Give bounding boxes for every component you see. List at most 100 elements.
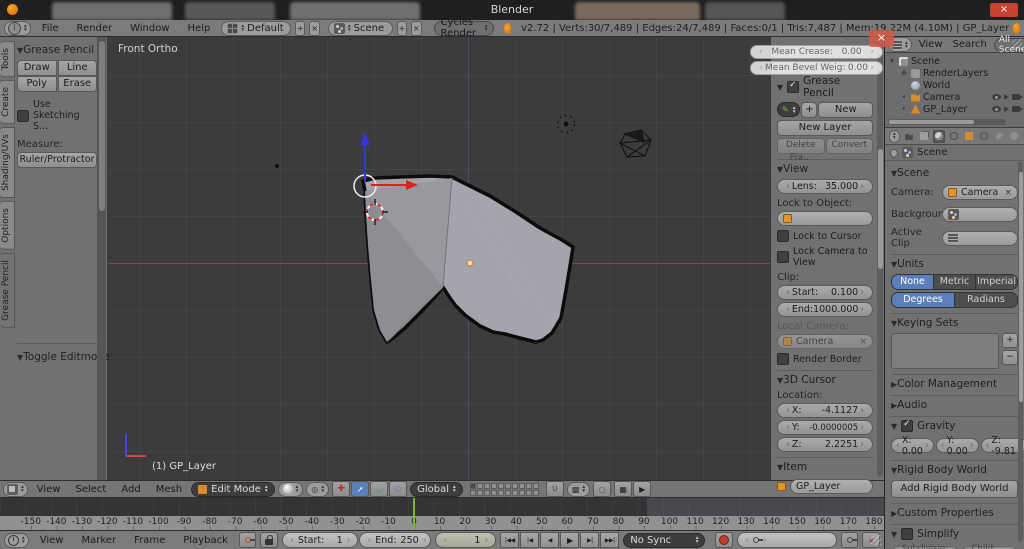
screen-layout-selector[interactable]: ▴ ▾ Default [221,21,291,36]
menu-file[interactable]: File [35,23,66,34]
grease-pencil-enable-checkbox[interactable] [787,81,799,93]
add-keying-set-button[interactable]: + [1002,333,1018,348]
clip-end-field[interactable]: End: 1000.000 [777,302,873,317]
timeline-marker-menu[interactable]: Marker [75,535,124,546]
pivot-dropdown[interactable]: ◎ ▴ ▾ [306,482,329,497]
snap-toggle-button[interactable]: ∪ [546,481,564,497]
use-sketching-checkbox[interactable] [17,110,29,122]
tab-physics[interactable] [1008,130,1020,143]
frame-start-field[interactable]: Start: 1 [282,532,358,548]
tool-shelf-scrollbar[interactable] [97,37,106,480]
keying-sets-list[interactable] [891,333,999,369]
mesh-menu[interactable]: Mesh [150,484,188,495]
layer-toggle[interactable] [526,490,532,496]
region-resize-grip[interactable] [1012,39,1022,49]
cursor-z-field[interactable]: Z: 2.2251 [777,437,873,452]
mode-dropdown[interactable]: Edit Mode ▴ ▾ [191,482,275,497]
outliner-h-scrollbar[interactable] [888,119,1006,125]
current-frame-field[interactable]: 1 [435,532,496,548]
editor-type-dropdown[interactable]: i ▴ ▾ [4,21,31,36]
timeline-frames-area[interactable] [0,498,884,516]
expand-dot-icon[interactable]: • [900,105,908,113]
manipulator-rotate-toggle[interactable]: ◡ [370,481,388,497]
layer-toggle[interactable] [505,490,511,496]
grease-pencil-panel-header[interactable]: Grease Pencil [17,44,97,56]
tab-modifiers[interactable] [993,130,1005,143]
tab-constraints[interactable] [978,130,990,143]
insert-keyframe-button[interactable] [841,532,859,548]
menu-render[interactable]: Render [70,23,120,34]
render-opengl-anim-button[interactable]: ▶ [633,481,651,497]
tab-tools[interactable]: Tools [0,41,15,77]
outliner-row-gp-layer[interactable]: • GP_Layer [888,103,1024,115]
timeline-view-menu[interactable]: View [33,535,71,546]
lock-to-cursor-checkbox[interactable] [777,230,789,242]
play-reverse-button[interactable]: ◀ [540,532,559,548]
gp-add-button[interactable]: + [801,102,817,118]
active-clip-field[interactable] [942,231,1018,246]
clear-camera-icon[interactable]: × [859,337,867,347]
cursor-y-field[interactable]: Y: -0.0000005 [777,420,873,435]
add-scene-button[interactable]: + [397,21,407,36]
add-rigid-body-world-button[interactable]: Add Rigid Body World [891,480,1018,498]
layer-toggle[interactable] [484,490,490,496]
jump-to-start-button[interactable]: |◀◀ [500,532,519,548]
previous-keyframe-button[interactable]: |◀ [520,532,539,548]
units-degrees-button[interactable]: Degrees [891,292,955,308]
background-scene-field[interactable] [942,207,1018,222]
delete-scene-button[interactable]: × [411,21,421,36]
mean-bevel-field[interactable]: Mean Bevel Weig: 0.00 [750,61,883,75]
record-button[interactable] [715,532,733,548]
keying-sets-panel-header[interactable]: Keying Sets [891,317,1018,329]
n-panel-scrollbar[interactable] [877,39,883,477]
tab-grease-pencil[interactable]: Grease Pencil [0,253,15,328]
layer-toggle[interactable] [505,483,511,489]
gravity-checkbox[interactable] [901,420,913,432]
timeline-frame-menu[interactable]: Frame [127,535,172,546]
proportional-edit-dropdown[interactable]: ○ [593,481,611,497]
visibility-eye-icon[interactable] [992,106,1001,112]
layer-toggle[interactable] [470,483,476,489]
tab-world[interactable] [948,130,960,143]
current-frame-indicator[interactable] [413,498,415,530]
snap-element-dropdown[interactable]: ▩ ▴ ▾ [567,482,590,497]
units-metric-button[interactable]: Metric [934,274,976,290]
gp-new-button[interactable]: New [818,102,873,118]
color-management-header[interactable]: Color Management [891,378,1018,390]
window-close-button[interactable]: × [990,3,1018,17]
properties-scrollbar[interactable] [1018,162,1023,542]
timeline-editor-dropdown[interactable]: ▴ ▾ [4,533,29,548]
outliner-row-renderlayers[interactable]: ⊕ RenderLayers [888,67,1024,79]
autokey-record-button[interactable] [239,532,257,548]
tab-object[interactable] [963,130,975,143]
cursor-panel-header[interactable]: 3D Cursor [777,374,873,386]
lens-field[interactable]: Lens: 35.000 [777,179,873,194]
layer-toggle[interactable] [512,483,518,489]
custom-properties-header[interactable]: Custom Properties [891,507,1018,519]
gp-source-dropdown[interactable]: ✎ ▴ ▾ [777,102,800,117]
select-menu[interactable]: Select [70,484,113,495]
units-none-button[interactable]: None [891,274,934,290]
view-panel-header[interactable]: View [777,163,873,175]
scene-camera-field[interactable]: Camera × [942,185,1018,200]
selectability-icon[interactable] [1004,106,1009,112]
cursor-x-field[interactable]: X: -4.1127 [777,403,873,418]
local-camera-field[interactable]: Camera × [777,334,873,349]
tab-options[interactable]: Options [0,201,15,250]
clip-start-field[interactable]: Start: 0.100 [777,285,873,300]
outliner-view-menu[interactable]: View [916,39,946,50]
jump-to-end-button[interactable]: ▶▶| [600,532,619,548]
transform-orientation-dropdown[interactable]: Global ▴ ▾ [410,482,463,497]
new-layer-button[interactable]: New Layer [777,120,873,136]
outliner-row-world[interactable]: World [888,79,1024,91]
add-menu[interactable]: Add [115,484,146,495]
tab-render-layers[interactable] [918,130,930,143]
units-panel-header[interactable]: Units [891,258,1018,270]
menu-window[interactable]: Window [123,23,176,34]
ruler-protractor-button[interactable]: Ruler/Protractor [17,152,97,168]
item-name-field[interactable]: GP_Layer [790,479,873,494]
tab-create[interactable]: Create [0,80,15,124]
render-border-checkbox[interactable] [777,353,789,365]
layer-toggle[interactable] [519,483,525,489]
layer-toggle[interactable] [519,490,525,496]
